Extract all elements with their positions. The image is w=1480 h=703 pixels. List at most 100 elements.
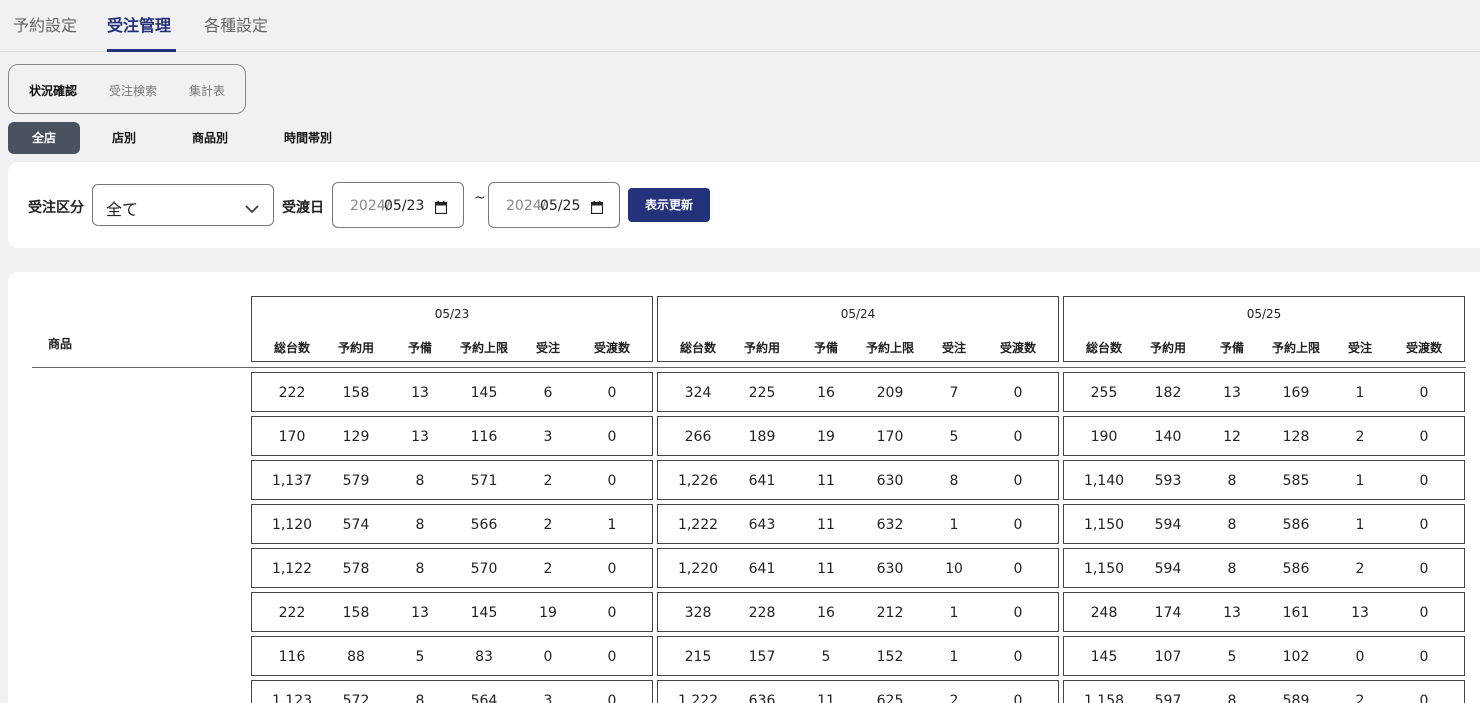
calendar-icon[interactable]	[434, 199, 448, 218]
table-cell: 5	[415, 649, 425, 665]
table-cell: 16	[817, 385, 835, 401]
column-header: 総台数	[273, 341, 310, 355]
tab-general-settings[interactable]: 各種設定	[204, 12, 268, 52]
view-tab-by-time[interactable]: 時間帯別	[270, 122, 346, 154]
view-tab-by-store[interactable]: 店別	[96, 122, 152, 154]
table-cell: 0	[1013, 473, 1023, 489]
table-cell: 589	[1282, 693, 1310, 703]
table-cell: 0	[1419, 605, 1429, 621]
date-to-input[interactable]: 2024/ 05/25	[488, 182, 620, 228]
table-row: 1,122 578 8 570 2 0	[251, 548, 653, 588]
view-tab-all-stores[interactable]: 全店	[8, 122, 80, 154]
table-cell: 19	[539, 605, 557, 621]
order-type-value: 全て	[106, 200, 139, 219]
table-cell: 116	[470, 429, 498, 445]
calendar-icon[interactable]	[590, 199, 604, 218]
column-header: 予備	[407, 341, 432, 355]
table-cell: 228	[748, 605, 776, 621]
tab-reservation-settings[interactable]: 予約設定	[13, 12, 77, 52]
column-header: 受渡数	[999, 341, 1036, 355]
table-row: 266 189 19 170 5 0	[657, 416, 1059, 456]
column-header: 受注	[1347, 341, 1372, 355]
order-type-select[interactable]: 全て	[92, 184, 274, 226]
table-cell: 8	[1227, 517, 1237, 533]
table-cell: 594	[1154, 561, 1182, 577]
column-header: 予約用	[1149, 341, 1186, 355]
table-cell: 13	[1351, 605, 1369, 621]
column-header: 総台数	[679, 341, 716, 355]
table-cell: 189	[748, 429, 776, 445]
table-cell: 19	[817, 429, 835, 445]
table-cell: 0	[1013, 429, 1023, 445]
table-cell: 586	[1282, 517, 1310, 533]
table-cell: 11	[817, 561, 835, 577]
table-cell: 636	[748, 693, 776, 703]
date-from-monthday: 05/23	[384, 198, 425, 214]
table-cell: 625	[876, 693, 904, 703]
table-cell: 0	[543, 649, 553, 665]
table-cell: 0	[1013, 693, 1023, 703]
subtab-order-search[interactable]: 受注検索	[109, 82, 157, 99]
table-cell: 0	[1013, 605, 1023, 621]
table-cell: 190	[1090, 429, 1118, 445]
table-cell: 5	[949, 429, 959, 445]
table-cell: 158	[342, 605, 370, 621]
table-cell: 5	[821, 649, 831, 665]
subtab-summary[interactable]: 集計表	[189, 82, 225, 99]
table-cell: 8	[415, 693, 425, 703]
date-header: 05/23	[434, 307, 470, 321]
table-cell: 182	[1154, 385, 1182, 401]
table-cell: 3	[543, 429, 553, 445]
table-row: 324 225 16 209 7 0	[657, 372, 1059, 412]
table-cell: 1,120	[271, 517, 313, 533]
table-cell: 11	[817, 517, 835, 533]
table-cell: 593	[1154, 473, 1182, 489]
table-cell: 8	[415, 561, 425, 577]
tab-order-management[interactable]: 受注管理	[107, 12, 176, 52]
column-header: 予約上限	[1271, 341, 1320, 355]
table-row: 255 182 13 169 1 0	[1063, 372, 1465, 412]
table-cell: 630	[876, 561, 904, 577]
table-cell: 579	[342, 473, 370, 489]
order-status-table: 商品 05/23 総台数 予約用 予備 予約上限 受注 受渡数 05/24 総台数 予約用 予備 予約…	[8, 272, 1480, 703]
date-from-input[interactable]: 2024/ 05/23	[332, 182, 464, 228]
column-header: 受注	[941, 341, 966, 355]
column-header: 受渡数	[593, 341, 630, 355]
table-cell: 0	[1013, 649, 1023, 665]
table-cell: 2	[543, 561, 553, 577]
date-group-header: 05/23 総台数 予約用 予備 予約上限 受注 受渡数	[251, 296, 653, 362]
table-cell: 643	[748, 517, 776, 533]
table-cell: 13	[411, 429, 429, 445]
table-cell: 564	[470, 693, 498, 703]
date-group-header: 05/25 総台数 予約用 予備 予約上限 受注 受渡数	[1063, 296, 1465, 362]
refresh-button[interactable]: 表示更新	[628, 188, 710, 222]
table-cell: 16	[817, 605, 835, 621]
table-cell: 13	[411, 605, 429, 621]
table-cell: 597	[1154, 693, 1182, 703]
main-tab-bar: 予約設定 受注管理 各種設定	[0, 0, 1480, 52]
table-row: 328 228 16 212 1 0	[657, 592, 1059, 632]
table-cell: 13	[1223, 385, 1241, 401]
table-cell: 1,220	[677, 561, 719, 577]
table-cell: 158	[342, 385, 370, 401]
table-cell: 11	[817, 693, 835, 703]
date-range-separator: ~	[474, 190, 486, 206]
view-tab-by-product[interactable]: 商品別	[178, 122, 242, 154]
table-cell: 3	[543, 693, 553, 703]
table-cell: 102	[1282, 649, 1310, 665]
table-row: 1,140 593 8 585 1 0	[1063, 460, 1465, 500]
subtab-status-check[interactable]: 状況確認	[29, 82, 77, 99]
table-cell: 1,122	[271, 561, 313, 577]
table-cell: 594	[1154, 517, 1182, 533]
table-cell: 145	[1090, 649, 1118, 665]
table-cell: 157	[748, 649, 776, 665]
table-row: 1,226 641 11 630 8 0	[657, 460, 1059, 500]
table-row: 1,137 579 8 571 2 0	[251, 460, 653, 500]
table-cell: 1,123	[271, 693, 313, 703]
table-cell: 324	[684, 385, 712, 401]
table-cell: 13	[411, 385, 429, 401]
table-row: 1,120 574 8 566 2 1	[251, 504, 653, 544]
table-cell: 1	[949, 605, 959, 621]
table-cell: 170	[278, 429, 306, 445]
sub-tab-group: 状況確認 受注検索 集計表	[8, 64, 246, 114]
